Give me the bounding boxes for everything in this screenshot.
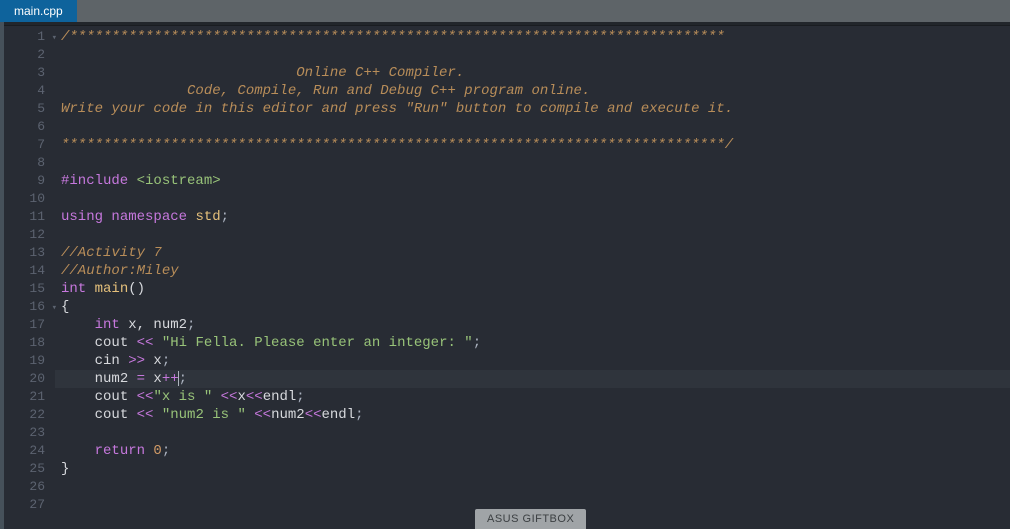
tab-bar: main.cpp [0,0,1010,22]
line-number-gutter: 1234567891011121314151617181920212223242… [0,26,55,529]
line-number: 5 [0,100,55,118]
line-number: 11 [0,208,55,226]
line-number: 9 [0,172,55,190]
code-text: endl [322,407,356,423]
line-number: 13 [0,244,55,262]
code-text: cout [95,407,137,423]
code-text: cout [95,389,137,405]
code-text: ; [187,317,195,333]
code-text: //Author:Miley [61,263,179,279]
code-text: "x is " [153,389,212,405]
code-text [246,407,254,423]
line-number: 6 [0,118,55,136]
line-number: 15 [0,280,55,298]
code-text: "Hi Fella. Please enter an integer: " [153,335,472,351]
line-number: 26 [0,478,55,496]
code-area[interactable]: /***************************************… [55,26,1010,529]
current-line: num2 = x++; [55,370,1010,388]
line-number: 4 [0,82,55,100]
code-text: namespace [103,209,195,225]
code-text: x [237,389,245,405]
line-number: 3 [0,64,55,82]
code-text: ; [355,407,363,423]
line-number: 19 [0,352,55,370]
code-text: x [145,371,162,387]
code-editor[interactable]: 1234567891011121314151617181920212223242… [0,26,1010,529]
line-number: 10 [0,190,55,208]
code-text: endl [263,389,297,405]
code-text: << [137,335,154,351]
code-text: () [128,281,145,297]
code-text: ; [162,353,170,369]
line-number: 24 [0,442,55,460]
code-text: 0 [153,443,161,459]
code-text: cin [95,353,129,369]
code-text: /***************************************… [61,29,725,45]
line-number: 23 [0,424,55,442]
code-text: Online C++ Compiler. [61,65,464,81]
line-number: 1 [0,28,55,46]
code-text: ; [296,389,304,405]
code-text: } [61,461,69,477]
code-text: >> [128,353,145,369]
code-text: using [61,209,103,225]
line-number: 2 [0,46,55,64]
code-text: ****************************************… [61,137,733,153]
file-tab-main-cpp[interactable]: main.cpp [0,0,77,22]
line-number: 7 [0,136,55,154]
code-text: main [95,281,129,297]
code-text: #include [61,173,137,189]
code-text: { [61,299,69,315]
code-text: ; [473,335,481,351]
code-text: std [195,209,220,225]
line-number: 27 [0,496,55,514]
line-number: 25 [0,460,55,478]
line-number: 14 [0,262,55,280]
code-text: return [95,443,154,459]
code-text: ; [221,209,229,225]
line-number: 20 [0,370,55,388]
line-number: 8 [0,154,55,172]
code-text: "num2 is " [162,407,246,423]
code-text: cout [95,335,137,351]
code-text [212,389,220,405]
code-text: x, num2 [128,317,187,333]
code-text: int [61,281,95,297]
code-text: = [137,371,145,387]
line-number: 17 [0,316,55,334]
line-number: 18 [0,334,55,352]
code-text: num2 [271,407,305,423]
line-number: 21 [0,388,55,406]
code-text: << [137,389,154,405]
code-text: << [254,407,271,423]
code-text: << [246,389,263,405]
code-text: << [305,407,322,423]
code-text: x [145,353,162,369]
code-text: ++ [162,371,179,387]
code-text: //Activity 7 [61,245,162,261]
code-text: ; [162,443,170,459]
code-text: ; [179,371,187,387]
code-text: Write your code in this editor and press… [61,101,733,117]
line-number: 16 [0,298,55,316]
line-number: 22 [0,406,55,424]
code-text: << [137,407,154,423]
asus-giftbox-popup[interactable]: ASUS GIFTBOX [475,509,586,529]
line-number: 12 [0,226,55,244]
code-text: num2 [95,371,137,387]
code-text: int [95,317,129,333]
code-text: Code, Compile, Run and Debug C++ program… [61,83,590,99]
code-text: <iostream> [137,173,221,189]
code-text: << [221,389,238,405]
